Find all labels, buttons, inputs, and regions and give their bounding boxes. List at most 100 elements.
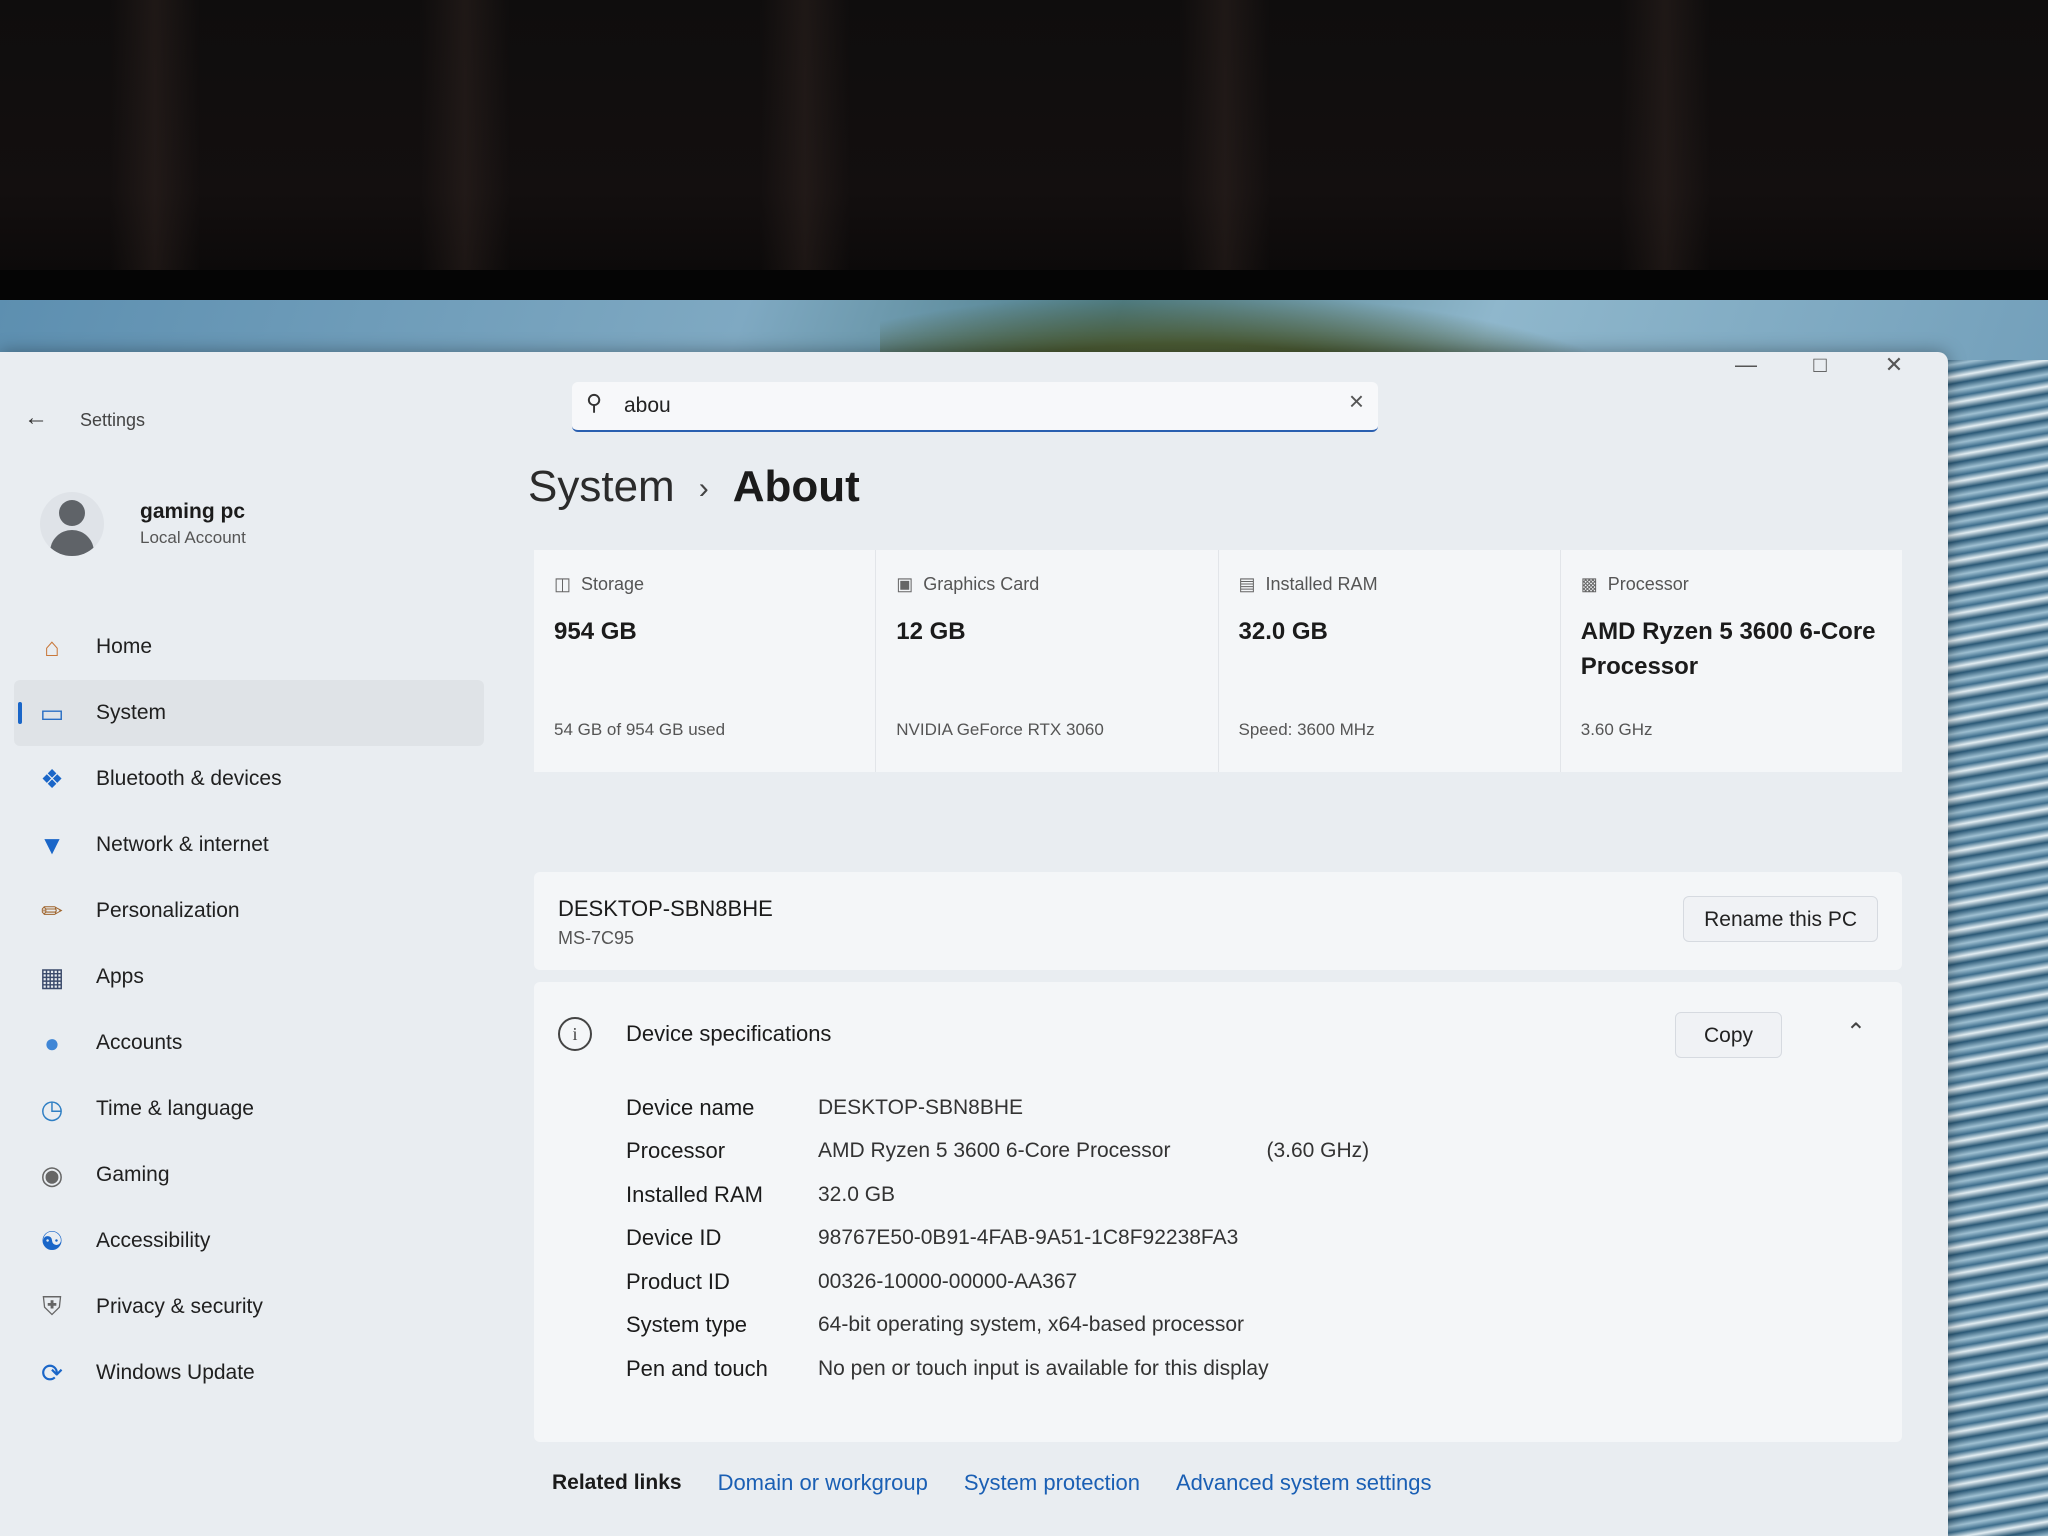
sidebar-item-label: Privacy & security	[96, 1295, 263, 1318]
curtain-fold	[420, 0, 510, 290]
wallpaper-rocks	[1938, 360, 2048, 1536]
spec-value: 98767E50-0B91-4FAB-9A51-1C8F92238FA3	[818, 1226, 1239, 1250]
spec-value: 64-bit operating system, x64-based proce…	[818, 1313, 1245, 1337]
sidebar-item-accessibility[interactable]: ☯ Accessibility	[14, 1208, 484, 1274]
clear-search-icon[interactable]: ×	[1349, 386, 1364, 417]
window-controls: — □ ✕	[1732, 352, 1908, 396]
account-type: Local Account	[140, 528, 246, 547]
sidebar-item-label: Personalization	[96, 899, 240, 922]
spec-row-device-id: Device ID 98767E50-0B91-4FAB-9A51-1C8F92…	[626, 1217, 1369, 1261]
spec-cards: ◫ Storage 954 GB 54 GB of 954 GB used ▣ Gr…	[534, 550, 1902, 772]
brush-icon: ✏	[41, 895, 63, 926]
update-icon: ⟳	[41, 1357, 63, 1388]
processor-card[interactable]: ▩ Processor AMD Ryzen 5 3600 6-Core Proce…	[1560, 550, 1902, 772]
curtain-fold	[1180, 0, 1270, 290]
sidebar-item-home[interactable]: ⌂ Home	[14, 614, 484, 680]
section-title: Device specifications	[626, 1021, 832, 1046]
spec-label: System type	[626, 1312, 748, 1338]
breadcrumb-parent[interactable]: System	[528, 462, 675, 511]
graphics-card-icon: ▣	[896, 574, 914, 594]
active-indicator	[18, 702, 22, 724]
card-value: AMD Ryzen 5 3600 6-Core Processor	[1580, 618, 1876, 680]
wifi-icon: ▼	[39, 829, 65, 860]
info-icon: i	[558, 1017, 592, 1051]
gamepad-icon: ◉	[40, 1159, 64, 1190]
link-advanced-system-settings[interactable]: Advanced system settings	[1176, 1470, 1432, 1496]
spec-row-system-type: System type 64-bit operating system, x64…	[626, 1304, 1369, 1348]
sidebar-item-privacy[interactable]: ⛨ Privacy & security	[14, 1274, 484, 1340]
card-subtext: 54 GB of 954 GB used	[554, 720, 726, 739]
spec-value: 00326-10000-00000-AA367	[818, 1269, 1078, 1293]
sidebar-item-personalization[interactable]: ✏ Personalization	[14, 878, 484, 944]
spec-value: AMD Ryzen 5 3600 6-Core Processor	[818, 1139, 1171, 1163]
back-arrow-icon[interactable]: ←	[24, 404, 48, 432]
sidebar-item-bluetooth[interactable]: ❖ Bluetooth & devices	[14, 746, 484, 812]
rename-pc-button[interactable]: Rename this PC	[1683, 896, 1878, 942]
sidebar-item-label: Bluetooth & devices	[96, 767, 282, 790]
spec-label: Product ID	[626, 1268, 730, 1294]
sidebar-item-time-language[interactable]: ◷ Time & language	[14, 1076, 484, 1142]
sidebar-item-label: Accounts	[96, 1031, 183, 1054]
search-input[interactable]	[622, 389, 1306, 423]
graphics-card[interactable]: ▣ Graphics Card 12 GB NVIDIA GeForce RTX …	[876, 550, 1219, 772]
close-icon[interactable]: ✕	[1880, 352, 1908, 396]
sidebar-item-label: Apps	[96, 965, 144, 988]
link-system-protection[interactable]: System protection	[964, 1470, 1140, 1496]
storage-icon: ◫	[554, 574, 572, 594]
spec-list: Device name DESKTOP-SBN8BHE Processor AM…	[626, 1086, 1369, 1391]
link-domain-workgroup[interactable]: Domain or workgroup	[718, 1470, 928, 1496]
chevron-right-icon: ›	[698, 472, 709, 506]
sidebar-item-system[interactable]: ▭ System	[14, 680, 484, 746]
minimize-icon[interactable]: —	[1732, 352, 1760, 396]
home-icon: ⌂	[44, 631, 60, 662]
maximize-icon[interactable]: □	[1806, 352, 1834, 396]
card-subtext: Speed: 3600 MHz	[1238, 720, 1375, 739]
page-title: About	[732, 462, 860, 511]
apps-icon: ▦	[39, 961, 65, 992]
search-box[interactable]: ⚲ ×	[572, 382, 1378, 432]
sidebar-item-apps[interactable]: ▦ Apps	[14, 944, 484, 1010]
sidebar-item-windows-update[interactable]: ⟳ Windows Update	[14, 1340, 484, 1406]
spec-label: Processor	[626, 1138, 726, 1164]
sidebar-item-label: Windows Update	[96, 1361, 255, 1384]
pc-model: MS-7C95	[558, 928, 635, 948]
spec-row-product-id: Product ID 00326-10000-00000-AA367	[626, 1260, 1369, 1304]
avatar	[40, 492, 104, 556]
sidebar-item-gaming[interactable]: ◉ Gaming	[14, 1142, 484, 1208]
spec-row-processor: Processor AMD Ryzen 5 3600 6-Core Proces…	[626, 1130, 1369, 1174]
user-name: gaming pc	[140, 500, 246, 523]
processor-icon: ▩	[1580, 574, 1598, 594]
pc-name-row: DESKTOP-SBN8BHE MS-7C95 Rename this PC	[534, 872, 1902, 970]
globe-clock-icon: ◷	[40, 1093, 64, 1124]
title-bar: ← Settings ⚲ × — □ ✕	[0, 352, 1948, 432]
related-links: Related links Domain or workgroup System…	[552, 1470, 1432, 1496]
spec-row-device-name: Device name DESKTOP-SBN8BHE	[626, 1086, 1369, 1130]
sidebar-item-accounts[interactable]: ● Accounts	[14, 1010, 484, 1076]
spec-label: Device ID	[626, 1225, 722, 1251]
sidebar-nav: ⌂ Home ▭ System ❖ Bluetooth & devices ▼ …	[14, 614, 484, 1406]
card-label: Storage	[581, 574, 645, 594]
chevron-up-icon[interactable]: ⌃	[1846, 1018, 1866, 1047]
sidebar-item-network[interactable]: ▼ Network & internet	[14, 812, 484, 878]
card-label: Installed RAM	[1265, 574, 1378, 594]
pc-name: DESKTOP-SBN8BHE	[558, 896, 773, 921]
search-icon: ⚲	[586, 390, 603, 415]
storage-card[interactable]: ◫ Storage 954 GB 54 GB of 954 GB used	[534, 550, 877, 772]
curtain-fold	[760, 0, 850, 290]
curtain-fold	[1620, 0, 1710, 290]
copy-button[interactable]: Copy	[1674, 1012, 1782, 1058]
app-title: Settings	[80, 410, 146, 430]
system-icon: ▭	[39, 697, 65, 728]
card-value: 12 GB	[896, 618, 966, 645]
device-specifications-panel: i Device specifications Copy ⌃ Device na…	[534, 982, 1902, 1442]
card-subtext: NVIDIA GeForce RTX 3060	[896, 720, 1104, 739]
spec-row-installed-ram: Installed RAM 32.0 GB	[626, 1173, 1369, 1217]
device-specifications-header[interactable]: i Device specifications	[558, 1006, 831, 1062]
bluetooth-icon: ❖	[40, 763, 64, 794]
sidebar-item-label: System	[96, 701, 167, 724]
settings-window: ← Settings ⚲ × — □ ✕ gaming pc Local Acc…	[0, 352, 1948, 1536]
sidebar-item-label: Network & internet	[96, 833, 269, 856]
ram-card[interactable]: ▤ Installed RAM 32.0 GB Speed: 3600 MHz	[1218, 550, 1561, 772]
card-subtext: 3.60 GHz	[1580, 720, 1653, 739]
shield-icon: ⛨	[42, 1291, 62, 1321]
